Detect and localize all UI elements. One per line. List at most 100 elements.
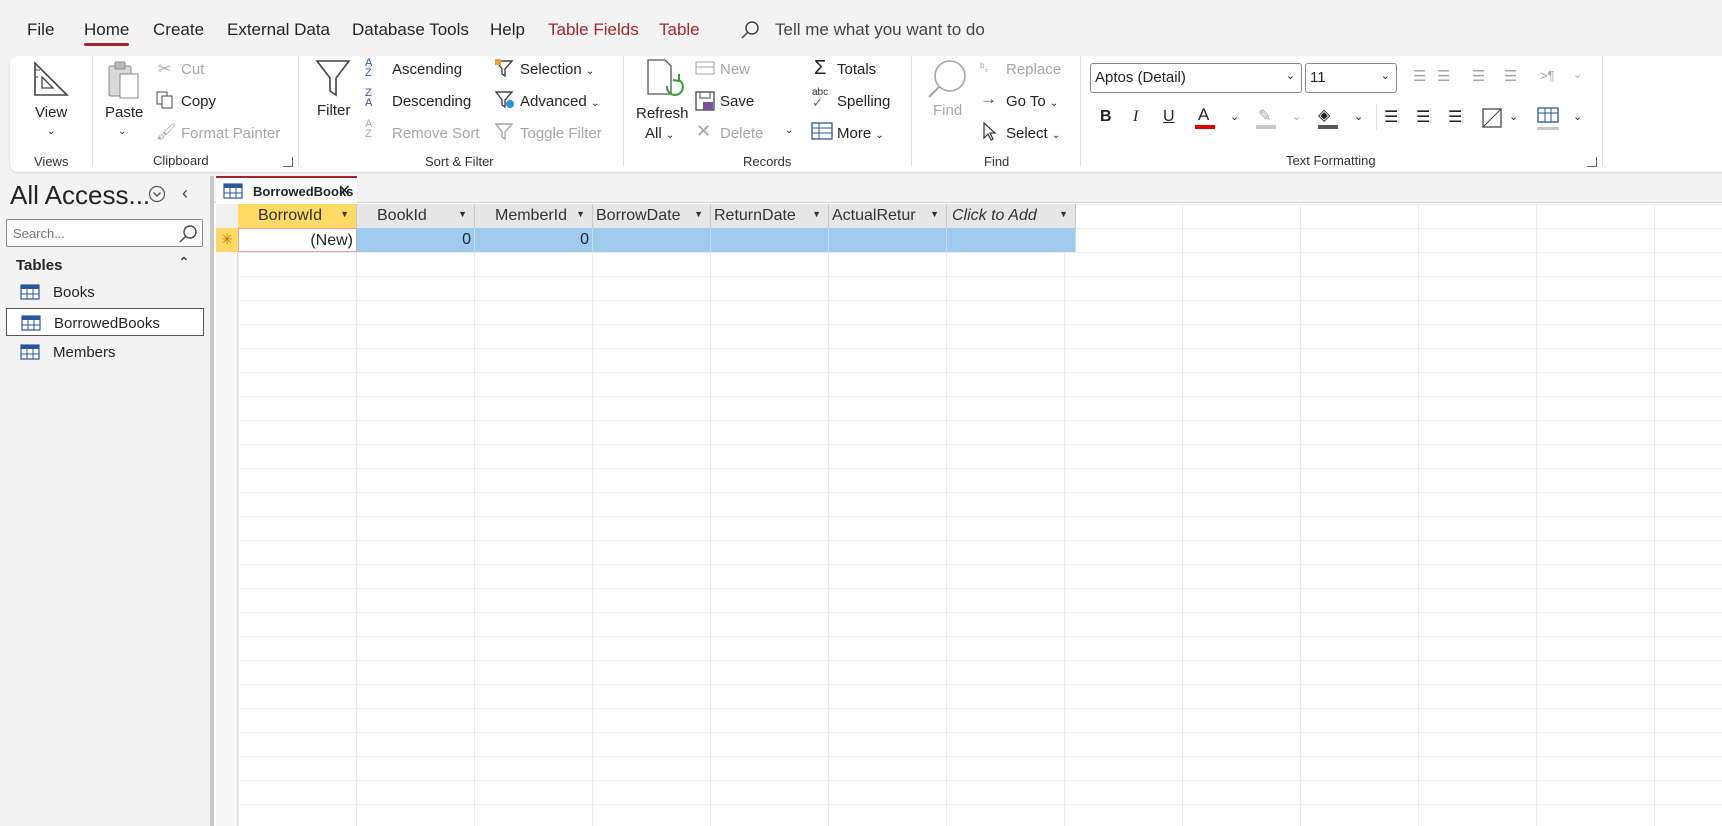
bold-icon[interactable]: B bbox=[1100, 108, 1112, 126]
spelling-button[interactable]: Spelling bbox=[837, 93, 890, 110]
find-button[interactable]: Find bbox=[933, 102, 962, 119]
nav-item-members[interactable]: Members bbox=[6, 338, 204, 366]
cell-bookid[interactable]: 0 bbox=[357, 228, 475, 252]
column-header-borrowid[interactable]: BorrowId ▼ bbox=[238, 204, 357, 228]
chevron-down-icon[interactable]: ⌄ bbox=[1573, 68, 1582, 81]
toggle-filter-button[interactable]: Toggle Filter bbox=[520, 125, 602, 142]
delete-dropdown-icon[interactable]: ⌄ bbox=[785, 125, 793, 136]
tab-file[interactable]: File bbox=[27, 20, 54, 40]
column-header-bookid[interactable]: BookId ▼ bbox=[357, 204, 475, 228]
column-header-click-to-add[interactable]: Click to Add ▼ bbox=[947, 204, 1076, 228]
nav-group-tables[interactable]: Tables bbox=[16, 257, 62, 274]
align-right-icon[interactable]: ☰ bbox=[1448, 107, 1462, 127]
ascending-button[interactable]: Ascending bbox=[392, 61, 462, 78]
decrease-indent-icon[interactable]: ☰ bbox=[1504, 67, 1517, 85]
tab-create[interactable]: Create bbox=[153, 20, 204, 40]
replace-button[interactable]: Replace bbox=[1006, 61, 1061, 78]
cell-borrowid[interactable]: (New) bbox=[238, 228, 357, 252]
more-button[interactable]: More ⌄ bbox=[837, 125, 884, 142]
column-header-returndate[interactable]: ReturnDate ▼ bbox=[711, 204, 829, 228]
nav-item-books[interactable]: Books bbox=[6, 278, 204, 306]
increase-indent-icon[interactable]: ☰ bbox=[1472, 67, 1485, 85]
chevron-down-icon[interactable]: ⌄ bbox=[1230, 110, 1239, 123]
descending-button[interactable]: Descending bbox=[392, 93, 471, 110]
new-record-indicator-icon[interactable]: ✳ bbox=[216, 228, 238, 252]
column-header-borrowdate[interactable]: BorrowDate ▼ bbox=[593, 204, 711, 228]
chevron-down-icon[interactable]: ⌄ bbox=[1509, 110, 1518, 123]
fill-color-icon[interactable]: ◈ bbox=[1318, 105, 1330, 125]
column-dropdown-icon[interactable]: ▼ bbox=[576, 209, 585, 219]
column-dropdown-icon[interactable]: ▼ bbox=[694, 209, 703, 219]
remove-sort-button[interactable]: Remove Sort bbox=[392, 125, 480, 142]
underline-icon[interactable]: U bbox=[1163, 108, 1175, 126]
paragraph-direction-icon[interactable]: >¶ bbox=[1540, 68, 1555, 83]
cell-returndate[interactable] bbox=[711, 228, 829, 252]
cell-click-to-add[interactable] bbox=[947, 228, 1076, 252]
save-icon bbox=[695, 91, 715, 111]
filter-button[interactable]: Filter bbox=[317, 102, 350, 119]
nav-item-borrowedbooks[interactable]: BorrowedBooks bbox=[6, 308, 204, 336]
refresh-all-label[interactable]: All ⌄ bbox=[645, 125, 674, 142]
advanced-button[interactable]: Advanced ⌄ bbox=[520, 93, 599, 110]
chevron-up-icon[interactable]: ⌃ bbox=[178, 254, 190, 271]
gridlines-icon[interactable] bbox=[1482, 108, 1502, 128]
totals-button[interactable]: Totals bbox=[837, 61, 876, 78]
copy-button[interactable]: Copy bbox=[181, 93, 216, 110]
nav-search-input[interactable] bbox=[7, 220, 177, 246]
nav-menu-chevron-icon[interactable] bbox=[148, 185, 166, 203]
alternate-row-color-icon[interactable] bbox=[1537, 107, 1559, 125]
tab-help[interactable]: Help bbox=[490, 20, 525, 40]
tab-database-tools[interactable]: Database Tools bbox=[352, 20, 469, 40]
copy-icon bbox=[156, 91, 173, 109]
cell-borrowdate[interactable] bbox=[593, 228, 711, 252]
chevron-down-icon[interactable]: ⌄ bbox=[1354, 110, 1363, 123]
tell-me-box[interactable]: Tell me what you want to do bbox=[775, 20, 985, 40]
column-dropdown-icon[interactable]: ▼ bbox=[1059, 209, 1068, 219]
column-header-memberid[interactable]: MemberId ▼ bbox=[475, 204, 593, 228]
align-left-icon[interactable]: ☰ bbox=[1384, 107, 1398, 127]
italic-icon[interactable]: I bbox=[1133, 108, 1138, 126]
select-all-corner[interactable] bbox=[216, 204, 238, 228]
numbering-icon[interactable]: ☰ bbox=[1437, 67, 1450, 85]
format-painter-button[interactable]: Format Painter bbox=[181, 125, 280, 142]
column-dropdown-icon[interactable]: ▼ bbox=[930, 209, 939, 219]
view-button[interactable]: View bbox=[35, 104, 67, 121]
cell-memberid[interactable]: 0 bbox=[475, 228, 593, 252]
new-button[interactable]: New bbox=[720, 61, 750, 78]
column-header-actualreturn[interactable]: ActualRetur ▼ bbox=[829, 204, 947, 228]
refresh-button[interactable]: Refresh bbox=[636, 105, 689, 122]
paste-button[interactable]: Paste bbox=[105, 104, 143, 121]
font-color-icon[interactable]: A bbox=[1198, 105, 1209, 125]
column-dropdown-icon[interactable]: ▼ bbox=[458, 209, 467, 219]
delete-button[interactable]: Delete bbox=[720, 125, 763, 142]
collapse-pane-icon[interactable]: ‹ bbox=[182, 183, 188, 204]
document-tab-borrowedbooks[interactable]: BorrowedBooks ✕ bbox=[216, 176, 357, 204]
cell-actualreturn[interactable] bbox=[829, 228, 947, 252]
go-to-button[interactable]: Go To ⌄ bbox=[1006, 93, 1058, 110]
tab-home[interactable]: Home bbox=[84, 20, 130, 46]
text-formatting-launcher-icon[interactable] bbox=[1587, 157, 1597, 167]
tab-table[interactable]: Table bbox=[659, 20, 700, 40]
clipboard-launcher-icon[interactable] bbox=[283, 157, 293, 167]
column-dropdown-icon[interactable]: ▼ bbox=[340, 209, 349, 219]
tab-table-fields[interactable]: Table Fields bbox=[548, 20, 639, 40]
chevron-down-icon[interactable]: ⌄ bbox=[1292, 110, 1301, 123]
highlight-icon[interactable]: ✎ bbox=[1258, 106, 1271, 126]
font-size-select[interactable]: 11 ⌄ bbox=[1305, 63, 1397, 93]
close-icon[interactable]: ✕ bbox=[338, 181, 351, 201]
save-button[interactable]: Save bbox=[720, 93, 754, 110]
font-name-select[interactable]: Aptos (Detail) ⌄ bbox=[1090, 63, 1302, 93]
cut-button[interactable]: Cut bbox=[181, 61, 204, 78]
datasheet-grid[interactable] bbox=[216, 204, 1722, 826]
nav-pane-title[interactable]: All Access... bbox=[10, 180, 150, 211]
tab-external-data[interactable]: External Data bbox=[227, 20, 330, 40]
align-center-icon[interactable]: ☰ bbox=[1416, 107, 1430, 127]
search-icon[interactable] bbox=[178, 224, 198, 244]
bullets-icon[interactable]: ☰ bbox=[1413, 67, 1426, 85]
paste-dropdown-icon[interactable]: ⌄ bbox=[118, 126, 126, 137]
chevron-down-icon[interactable]: ⌄ bbox=[1573, 110, 1582, 123]
selection-button[interactable]: Selection ⌄ bbox=[520, 61, 594, 78]
column-dropdown-icon[interactable]: ▼ bbox=[812, 209, 821, 219]
view-dropdown-icon[interactable]: ⌄ bbox=[47, 126, 55, 137]
select-button[interactable]: Select ⌄ bbox=[1006, 125, 1060, 142]
